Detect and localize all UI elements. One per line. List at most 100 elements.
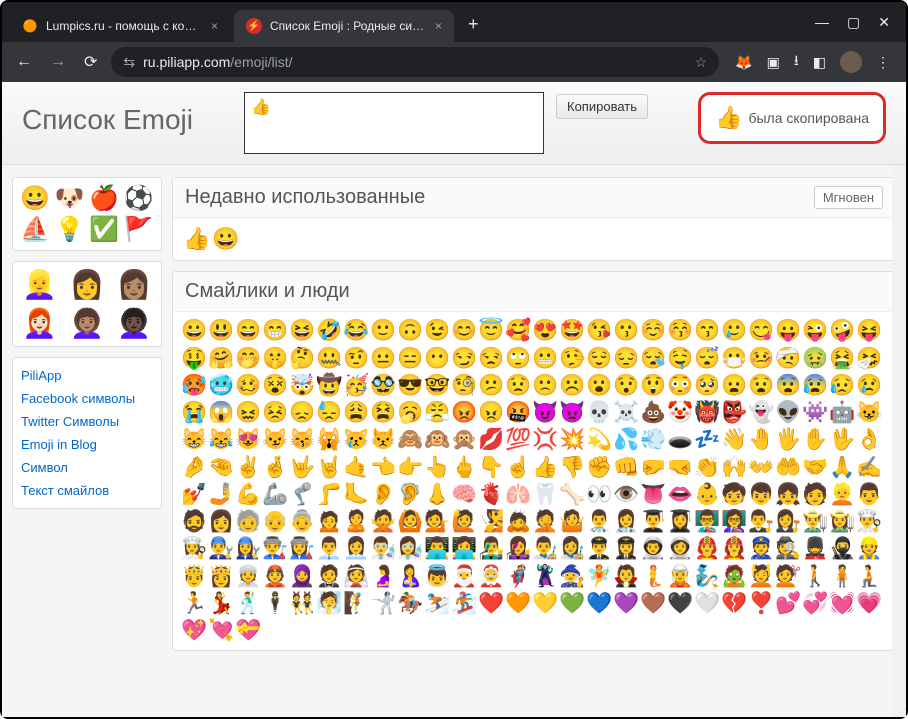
tab1-close-icon[interactable]: × [211,19,218,33]
category-item-3[interactable]: ⚽ [123,184,156,213]
emoji-item-276[interactable]: 💜 [613,591,639,617]
profile-avatar[interactable] [840,51,862,73]
emoji-item-175[interactable]: 👶 [694,482,720,508]
emoji-item-42[interactable]: 😔 [613,346,639,372]
emoji-item-28[interactable]: 🤭 [235,346,261,372]
category-item-5[interactable]: 💡 [54,215,87,244]
emoji-item-230[interactable]: 🕵️ [775,536,801,562]
emoji-item-177[interactable]: 👦 [748,482,774,508]
people-item-4[interactable]: 👩🏽‍🦱 [66,307,107,340]
emoji-item-94[interactable]: ☠️ [613,400,639,426]
emoji-item-239[interactable]: 🤵 [316,564,342,590]
emoji-item-48[interactable]: 🤕 [775,346,801,372]
category-item-4[interactable]: ⛵ [19,215,52,244]
emoji-item-135[interactable]: 🤘 [316,455,342,481]
emoji-item-267[interactable]: 🤺 [370,591,396,617]
emoji-item-23[interactable]: 😜 [802,318,828,344]
emoji-item-9[interactable]: 😉 [424,318,450,344]
emoji-item-76[interactable]: 😥 [829,373,855,399]
emoji-item-87[interactable]: 😤 [424,400,450,426]
emoji-item-238[interactable]: 🧕 [289,564,315,590]
emoji-item-61[interactable]: 🤓 [424,373,450,399]
emoji-item-122[interactable]: 🕳️ [667,427,693,453]
emoji-item-20[interactable]: 🥲 [721,318,747,344]
emoji-item-178[interactable]: 👧 [775,482,801,508]
emoji-item-10[interactable]: 😊 [451,318,477,344]
emoji-item-106[interactable]: 😻 [235,427,261,453]
emoji-item-203[interactable]: 👨‍⚖️ [748,509,774,535]
emoji-item-167[interactable]: 🫀 [478,482,504,508]
emoji-item-89[interactable]: 😠 [478,400,504,426]
emoji-item-226[interactable]: 👩‍🚀 [667,536,693,562]
category-item-2[interactable]: 🍎 [88,184,121,213]
emoji-item-220[interactable]: 👩‍🎤 [505,536,531,562]
emoji-item-254[interactable]: 🧟 [721,564,747,590]
emoji-item-5[interactable]: 🤣 [316,318,342,344]
emoji-item-120[interactable]: 💦 [613,427,639,453]
emoji-item-68[interactable]: 😯 [613,373,639,399]
emoji-item-251[interactable]: 🧜 [640,564,666,590]
emoji-item-159[interactable]: 🦾 [262,482,288,508]
emoji-item-30[interactable]: 🤔 [289,346,315,372]
emoji-item-41[interactable]: 😌 [586,346,612,372]
emoji-item-123[interactable]: 💤 [694,427,720,453]
emoji-item-266[interactable]: 🧗 [343,591,369,617]
emoji-item-101[interactable]: 👾 [802,400,828,426]
emoji-item-24[interactable]: 🤪 [829,318,855,344]
emoji-item-181[interactable]: 👨 [856,482,882,508]
emoji-item-131[interactable]: 🤏 [208,455,234,481]
emoji-item-97[interactable]: 👹 [694,400,720,426]
emoji-item-256[interactable]: 💇 [775,564,801,590]
emoji-item-191[interactable]: 💁 [424,509,450,535]
sidebar-link-3[interactable]: Emoji in Blog [19,433,155,456]
emoji-item-54[interactable]: 🥴 [235,373,261,399]
emoji-item-201[interactable]: 👨‍🏫 [694,509,720,535]
emoji-item-217[interactable]: 👨‍💻 [424,536,450,562]
emoji-item-274[interactable]: 💚 [559,591,585,617]
emoji-item-13[interactable]: 😍 [532,318,558,344]
emoji-item-158[interactable]: 💪 [235,482,261,508]
emoji-item-155[interactable]: ✍️ [856,455,882,481]
emoji-item-31[interactable]: 🤐 [316,346,342,372]
emoji-item-282[interactable]: 💕 [775,591,801,617]
emoji-item-171[interactable]: 👀 [586,482,612,508]
emoji-item-81[interactable]: 😣 [262,400,288,426]
emoji-item-128[interactable]: 🖖 [829,427,855,453]
emoji-item-27[interactable]: 🤗 [208,346,234,372]
emoji-item-143[interactable]: 👍 [532,455,558,481]
emoji-item-185[interactable]: 👴 [262,509,288,535]
emoji-item-263[interactable]: 🕴️ [262,591,288,617]
emoji-item-206[interactable]: 👩‍🌾 [829,509,855,535]
emoji-item-160[interactable]: 🦿 [289,482,315,508]
emoji-item-53[interactable]: 🥶 [208,373,234,399]
emoji-item-66[interactable]: ☹️ [559,373,585,399]
emoji-item-144[interactable]: 👎 [559,455,585,481]
emoji-item-187[interactable]: 🙍 [316,509,342,535]
emoji-item-166[interactable]: 🧠 [451,482,477,508]
emoji-item-288[interactable]: 💝 [235,618,261,644]
emoji-item-79[interactable]: 😱 [208,400,234,426]
emoji-item-227[interactable]: 👨‍🚒 [694,536,720,562]
emoji-item-57[interactable]: 🤠 [316,373,342,399]
emoji-item-262[interactable]: 🕺 [235,591,261,617]
emoji-item-1[interactable]: 😃 [208,318,234,344]
emoji-item-210[interactable]: 👩‍🔧 [235,536,261,562]
emoji-item-229[interactable]: 👮 [748,536,774,562]
extension-fox-icon[interactable]: 🦊 [735,54,752,71]
emoji-item-244[interactable]: 🎅 [451,564,477,590]
emoji-item-183[interactable]: 👩 [208,509,234,535]
emoji-item-169[interactable]: 🦷 [532,482,558,508]
emoji-item-113[interactable]: 🙉 [424,427,450,453]
emoji-item-261[interactable]: 💃 [208,591,234,617]
emoji-item-99[interactable]: 👻 [748,400,774,426]
minimize-icon[interactable]: — [815,14,829,31]
emoji-item-125[interactable]: 🤚 [748,427,774,453]
emoji-item-0[interactable]: 😀 [181,318,207,344]
emoji-item-232[interactable]: 🥷 [829,536,855,562]
emoji-item-25[interactable]: 😝 [856,318,882,344]
emoji-item-246[interactable]: 🦸 [505,564,531,590]
emoji-item-260[interactable]: 🏃 [181,591,207,617]
emoji-item-35[interactable]: 😶 [424,346,450,372]
emoji-item-212[interactable]: 👩‍🏭 [289,536,315,562]
emoji-item-174[interactable]: 👄 [667,482,693,508]
